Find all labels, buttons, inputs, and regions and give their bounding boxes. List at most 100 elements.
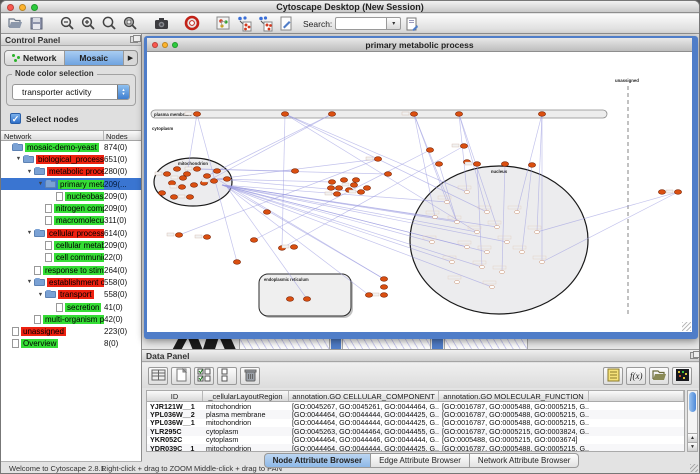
tree-row[interactable]: ▼cellular process614(0) bbox=[1, 227, 141, 239]
attribute-list-button[interactable] bbox=[603, 367, 623, 385]
tree-node-label[interactable]: cellular metabo bbox=[54, 241, 104, 250]
window-titlebar[interactable]: Cytoscape Desktop (New Session) bbox=[1, 1, 699, 13]
tree-node-label[interactable]: unassigned bbox=[21, 327, 66, 336]
tree-row[interactable]: ▼metabolic process280(0) bbox=[1, 166, 141, 178]
node[interactable] bbox=[233, 260, 240, 265]
table-scrollbar[interactable]: ▲▼ bbox=[687, 390, 698, 452]
zoom-selected-button[interactable] bbox=[121, 15, 140, 33]
column-header[interactable]: annotation.GO MOLECULAR_FUNCTION bbox=[439, 391, 589, 401]
network-window-titlebar[interactable]: primary metabolic process bbox=[147, 38, 692, 52]
attribute-matrix-button[interactable] bbox=[672, 367, 692, 385]
node[interactable] bbox=[540, 260, 545, 263]
node[interactable] bbox=[333, 192, 340, 197]
node[interactable] bbox=[455, 280, 460, 283]
node[interactable] bbox=[203, 174, 210, 179]
layout-1-button[interactable] bbox=[235, 15, 254, 33]
tree-row[interactable]: multi-organism pro42(0) bbox=[1, 313, 141, 325]
node[interactable] bbox=[380, 277, 387, 282]
delete-attribute-button[interactable] bbox=[240, 367, 260, 385]
tree-node-label[interactable]: primary metabo bbox=[58, 180, 104, 189]
tree-node-label[interactable]: nitrogen compo bbox=[54, 204, 104, 213]
node[interactable] bbox=[473, 162, 480, 167]
node[interactable] bbox=[363, 186, 370, 191]
node[interactable] bbox=[178, 185, 185, 190]
import-attributes-button[interactable] bbox=[649, 367, 669, 385]
node[interactable] bbox=[190, 183, 197, 188]
node[interactable] bbox=[460, 144, 467, 149]
select-attributes-button[interactable] bbox=[194, 367, 214, 385]
column-header[interactable]: annotation.GO CELLULAR_COMPONENT bbox=[289, 391, 439, 401]
node[interactable] bbox=[433, 215, 438, 218]
node[interactable] bbox=[515, 210, 520, 213]
node[interactable] bbox=[170, 195, 177, 200]
tree-node-label[interactable]: secretion bbox=[65, 303, 101, 312]
tree-row[interactable]: Overview8(0) bbox=[1, 338, 141, 350]
tree-node-label[interactable]: mosaic-demo-yeast bbox=[25, 143, 99, 152]
annotation-button[interactable] bbox=[277, 15, 296, 33]
node[interactable] bbox=[163, 172, 170, 177]
node[interactable] bbox=[674, 190, 681, 195]
network-minimize-button[interactable] bbox=[162, 42, 168, 48]
disclosure-triangle[interactable]: ▼ bbox=[36, 181, 45, 187]
unselect-attributes-button[interactable] bbox=[217, 367, 237, 385]
scroll-up-button[interactable]: ▲ bbox=[688, 433, 697, 442]
node[interactable] bbox=[410, 112, 417, 117]
node[interactable] bbox=[485, 250, 490, 253]
tree-node-label[interactable]: response to stimulu bbox=[43, 266, 104, 275]
node[interactable] bbox=[223, 177, 230, 182]
float-panel-icon[interactable] bbox=[130, 36, 138, 43]
node[interactable] bbox=[520, 250, 525, 253]
node[interactable] bbox=[357, 190, 364, 195]
node[interactable] bbox=[528, 163, 535, 168]
node[interactable] bbox=[203, 235, 210, 240]
help-button[interactable] bbox=[183, 15, 202, 33]
tab-node-attribute-browser[interactable]: Node Attribute Browser bbox=[264, 453, 372, 468]
tree-row[interactable]: unassigned223(0) bbox=[1, 325, 141, 337]
select-nodes-checkbox[interactable]: ✓ bbox=[10, 113, 21, 124]
node[interactable] bbox=[535, 230, 540, 233]
network-close-button[interactable] bbox=[152, 42, 158, 48]
node[interactable] bbox=[327, 186, 334, 191]
node[interactable] bbox=[505, 240, 510, 243]
node[interactable] bbox=[501, 162, 508, 167]
node[interactable] bbox=[291, 169, 298, 174]
disclosure-triangle[interactable]: ▼ bbox=[14, 156, 23, 162]
node[interactable] bbox=[455, 220, 460, 223]
more-tabs-button[interactable]: ▶ bbox=[124, 51, 137, 65]
node[interactable] bbox=[538, 112, 545, 117]
node[interactable] bbox=[352, 178, 359, 183]
tree-node-label[interactable]: nucleobase- bbox=[65, 192, 104, 201]
node[interactable] bbox=[173, 167, 180, 172]
node[interactable] bbox=[350, 183, 357, 188]
disclosure-triangle[interactable]: ▼ bbox=[36, 292, 45, 298]
region-nucleus[interactable] bbox=[410, 166, 588, 314]
tree-node-label[interactable]: establishment of lo bbox=[47, 278, 104, 287]
function-builder-button[interactable]: f(x) bbox=[626, 367, 646, 385]
network-canvas[interactable]: plasma membranecytoplasmmitochondrionnuc… bbox=[147, 52, 692, 332]
scrollbar-thumb[interactable] bbox=[689, 392, 696, 412]
node[interactable] bbox=[374, 157, 381, 162]
vizmapper-button[interactable] bbox=[214, 15, 233, 33]
node[interactable] bbox=[303, 297, 310, 302]
tree-col-nodes[interactable]: Nodes bbox=[104, 131, 141, 140]
tree-row[interactable]: secretion41(0) bbox=[1, 301, 141, 313]
tree-row[interactable]: mosaic-demo-yeast874(0) bbox=[1, 141, 141, 153]
tab-network-attribute-browser[interactable]: Network Attribute Browser bbox=[470, 453, 579, 468]
snapshot-button[interactable] bbox=[152, 15, 171, 33]
node[interactable] bbox=[380, 285, 387, 290]
node[interactable] bbox=[158, 191, 165, 196]
tree-row[interactable]: nitrogen compo209(0) bbox=[1, 202, 141, 214]
tree-row[interactable]: response to stimulu264(0) bbox=[1, 264, 141, 276]
node[interactable] bbox=[328, 180, 335, 185]
node[interactable] bbox=[384, 172, 391, 177]
column-header[interactable]: _cellularLayoutRegion bbox=[203, 391, 289, 401]
tree-row[interactable]: ▼transport558(0) bbox=[1, 289, 141, 301]
node[interactable] bbox=[475, 230, 480, 233]
tree-row[interactable]: cellular metabo209(0) bbox=[1, 239, 141, 251]
scroll-down-button[interactable]: ▼ bbox=[688, 442, 697, 451]
search-config-button[interactable] bbox=[402, 15, 421, 33]
node[interactable] bbox=[179, 176, 186, 181]
column-header[interactable]: ID bbox=[147, 391, 203, 401]
new-attribute-button[interactable] bbox=[171, 367, 191, 385]
zoom-in-button[interactable] bbox=[79, 15, 98, 33]
